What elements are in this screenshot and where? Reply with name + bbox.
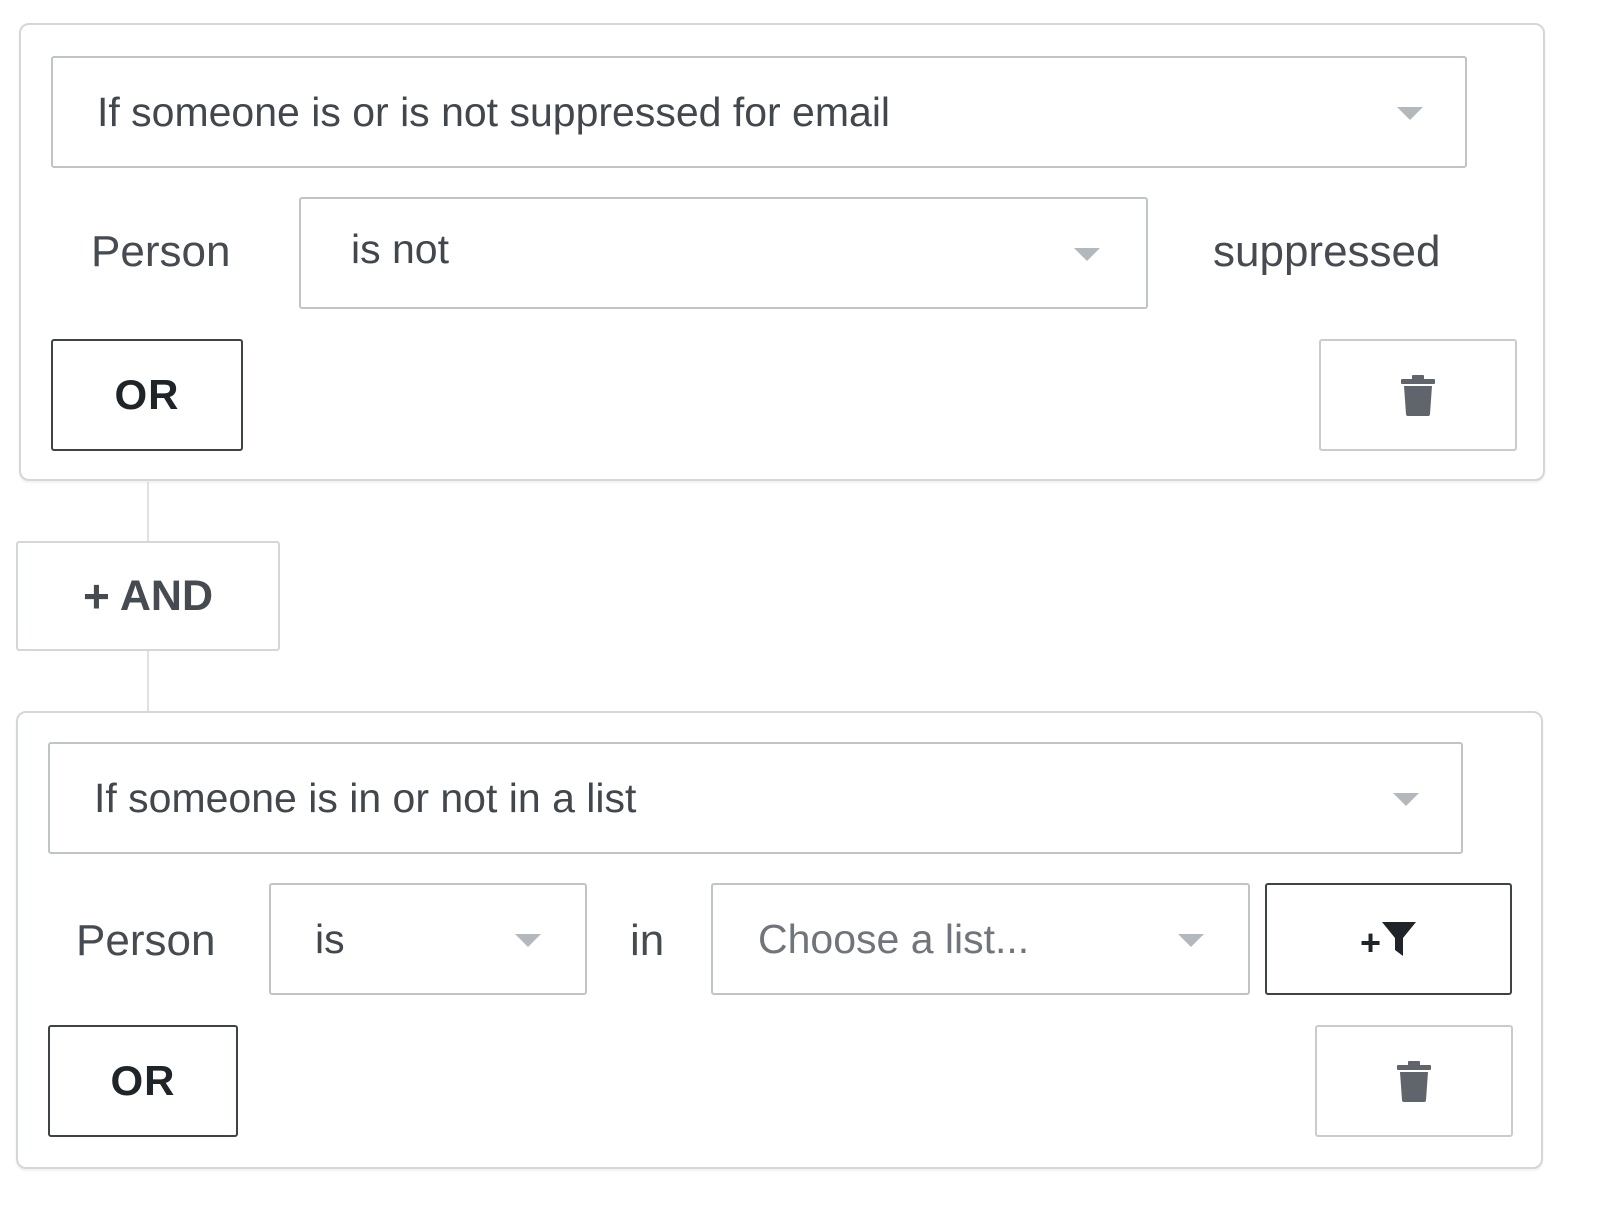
delete-button[interactable]	[1315, 1025, 1513, 1137]
connector-line-bottom	[147, 650, 149, 712]
operator-select[interactable]: is	[269, 883, 587, 995]
list-select-placeholder: Choose a list...	[758, 915, 1030, 962]
trash-icon	[1397, 1061, 1431, 1102]
suppressed-label: suppressed	[1213, 227, 1441, 276]
operator-value: is	[315, 915, 345, 962]
chevron-down-icon	[1397, 107, 1423, 120]
condition-card-list: If someone is in or not in a list Person…	[16, 711, 1543, 1169]
in-label: in	[630, 916, 665, 965]
add-and-button[interactable]: + AND	[16, 541, 280, 651]
condition-type-value: If someone is or is not suppressed for e…	[97, 88, 891, 135]
or-button[interactable]: OR	[51, 339, 243, 451]
chevron-down-icon	[515, 934, 541, 947]
connector-line-top	[147, 482, 149, 542]
condition-type-select[interactable]: If someone is or is not suppressed for e…	[51, 56, 1467, 168]
operator-value: is not	[351, 225, 449, 272]
plus-icon: +	[1359, 922, 1382, 963]
list-select[interactable]: Choose a list...	[711, 883, 1250, 995]
condition-card-suppressed: If someone is or is not suppressed for e…	[19, 23, 1545, 481]
or-button[interactable]: OR	[48, 1025, 238, 1137]
subject-label: Person	[76, 916, 216, 965]
trash-icon	[1401, 375, 1435, 416]
condition-type-select[interactable]: If someone is in or not in a list	[48, 742, 1463, 854]
operator-select[interactable]: is not	[299, 197, 1148, 309]
delete-button[interactable]	[1319, 339, 1517, 451]
filter-icon	[1382, 922, 1417, 956]
condition-type-value: If someone is in or not in a list	[94, 774, 637, 821]
and-button-label: AND	[119, 571, 214, 620]
add-filter-button[interactable]: +	[1265, 883, 1512, 995]
chevron-down-icon	[1178, 934, 1204, 947]
plus-icon: +	[82, 570, 110, 622]
chevron-down-icon	[1074, 248, 1100, 261]
chevron-down-icon	[1393, 793, 1419, 806]
subject-label: Person	[91, 227, 231, 276]
